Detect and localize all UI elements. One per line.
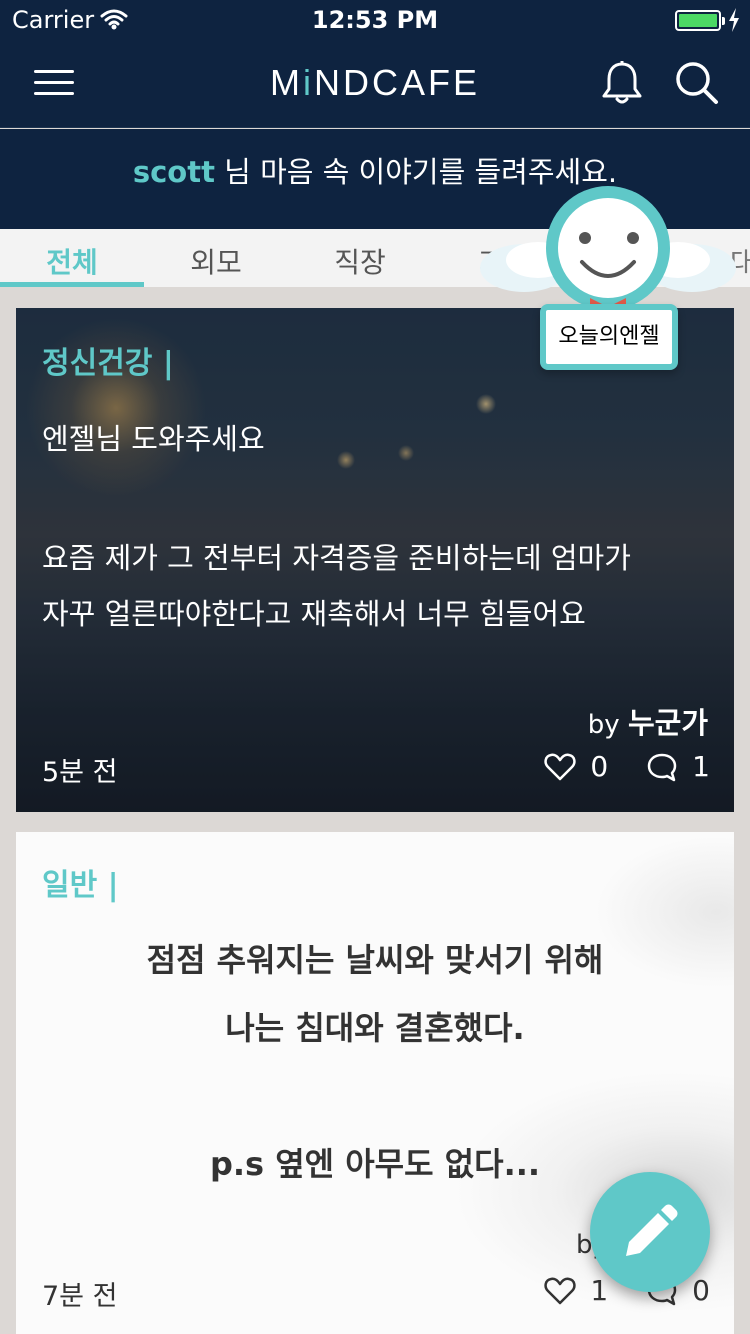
tab-appearance[interactable]: 외모 <box>144 229 288 287</box>
comment-icon <box>647 753 677 781</box>
search-icon[interactable] <box>674 60 720 106</box>
logo-suffix: NDCAFE <box>313 62 480 103</box>
post-time: 7분 전 <box>42 1281 118 1312</box>
logo-prefix: M <box>269 62 303 103</box>
like-count: 1 <box>590 1274 609 1307</box>
status-time: 12:53 PM <box>311 6 439 34</box>
post-category: 일반 | <box>42 868 119 903</box>
status-bar: Carrier 12:53 PM <box>0 0 750 40</box>
tab-work[interactable]: 직장 <box>288 229 432 287</box>
post-time: 5분 전 <box>42 757 118 788</box>
pencil-icon <box>626 1204 678 1256</box>
like-count: 0 <box>590 750 609 783</box>
heart-icon <box>544 753 576 780</box>
todays-angel-label: 오늘의엔젤 <box>540 304 678 370</box>
comment-count: 1 <box>692 750 710 783</box>
comment-button[interactable]: 1 <box>646 750 710 783</box>
greeting-username: scott <box>132 155 215 189</box>
navigation-bar: MiNDCAFE <box>0 40 750 128</box>
battery-fill <box>679 14 717 27</box>
post-author: by 누군가 <box>588 700 708 742</box>
battery-indicator <box>675 10 725 31</box>
post-title: 엔젤님 도와주세요 <box>42 422 265 456</box>
heart-icon <box>544 1277 576 1304</box>
battery-tip <box>722 17 725 25</box>
post-body: 요즘 제가 그 전부터 자격증을 준비하는데 엄마가 자꾸 얼른따야한다고 재촉… <box>42 530 712 642</box>
post-body-line: 점점 추워지는 날씨와 맞서기 위해 <box>146 941 604 979</box>
write-post-button[interactable] <box>590 1172 710 1292</box>
comment-count: 0 <box>692 1274 710 1307</box>
post-stats: 0 1 <box>544 750 710 783</box>
post-body-blank <box>16 1062 734 1130</box>
author-prefix: by <box>587 710 628 740</box>
logo-accent: i <box>302 62 314 103</box>
post-body-line: 자꾸 얼른따야한다고 재촉해서 너무 힘들어요 <box>42 597 586 631</box>
tab-all[interactable]: 전체 <box>0 229 144 287</box>
like-button[interactable]: 1 <box>544 1274 608 1307</box>
bolt-icon <box>729 8 739 32</box>
post-body-line: 요즘 제가 그 전부터 자격증을 준비하는데 엄마가 <box>42 541 631 575</box>
todays-angel-badge[interactable]: 오늘의엔젤 <box>478 186 738 396</box>
bell-icon[interactable] <box>600 60 644 106</box>
greeting-message: 님 마음 속 이야기를 들려주세요. <box>214 155 618 189</box>
post-body-line: 나는 침대와 결혼했다. <box>225 1009 525 1047</box>
like-button[interactable]: 0 <box>544 750 608 783</box>
post-category: 정신건강 | <box>42 346 174 381</box>
author-name: 누군가 <box>627 706 708 740</box>
post-body: 점점 추워지는 날씨와 맞서기 위해 나는 침대와 결혼했다. p.s 옆엔 아… <box>16 926 734 1198</box>
